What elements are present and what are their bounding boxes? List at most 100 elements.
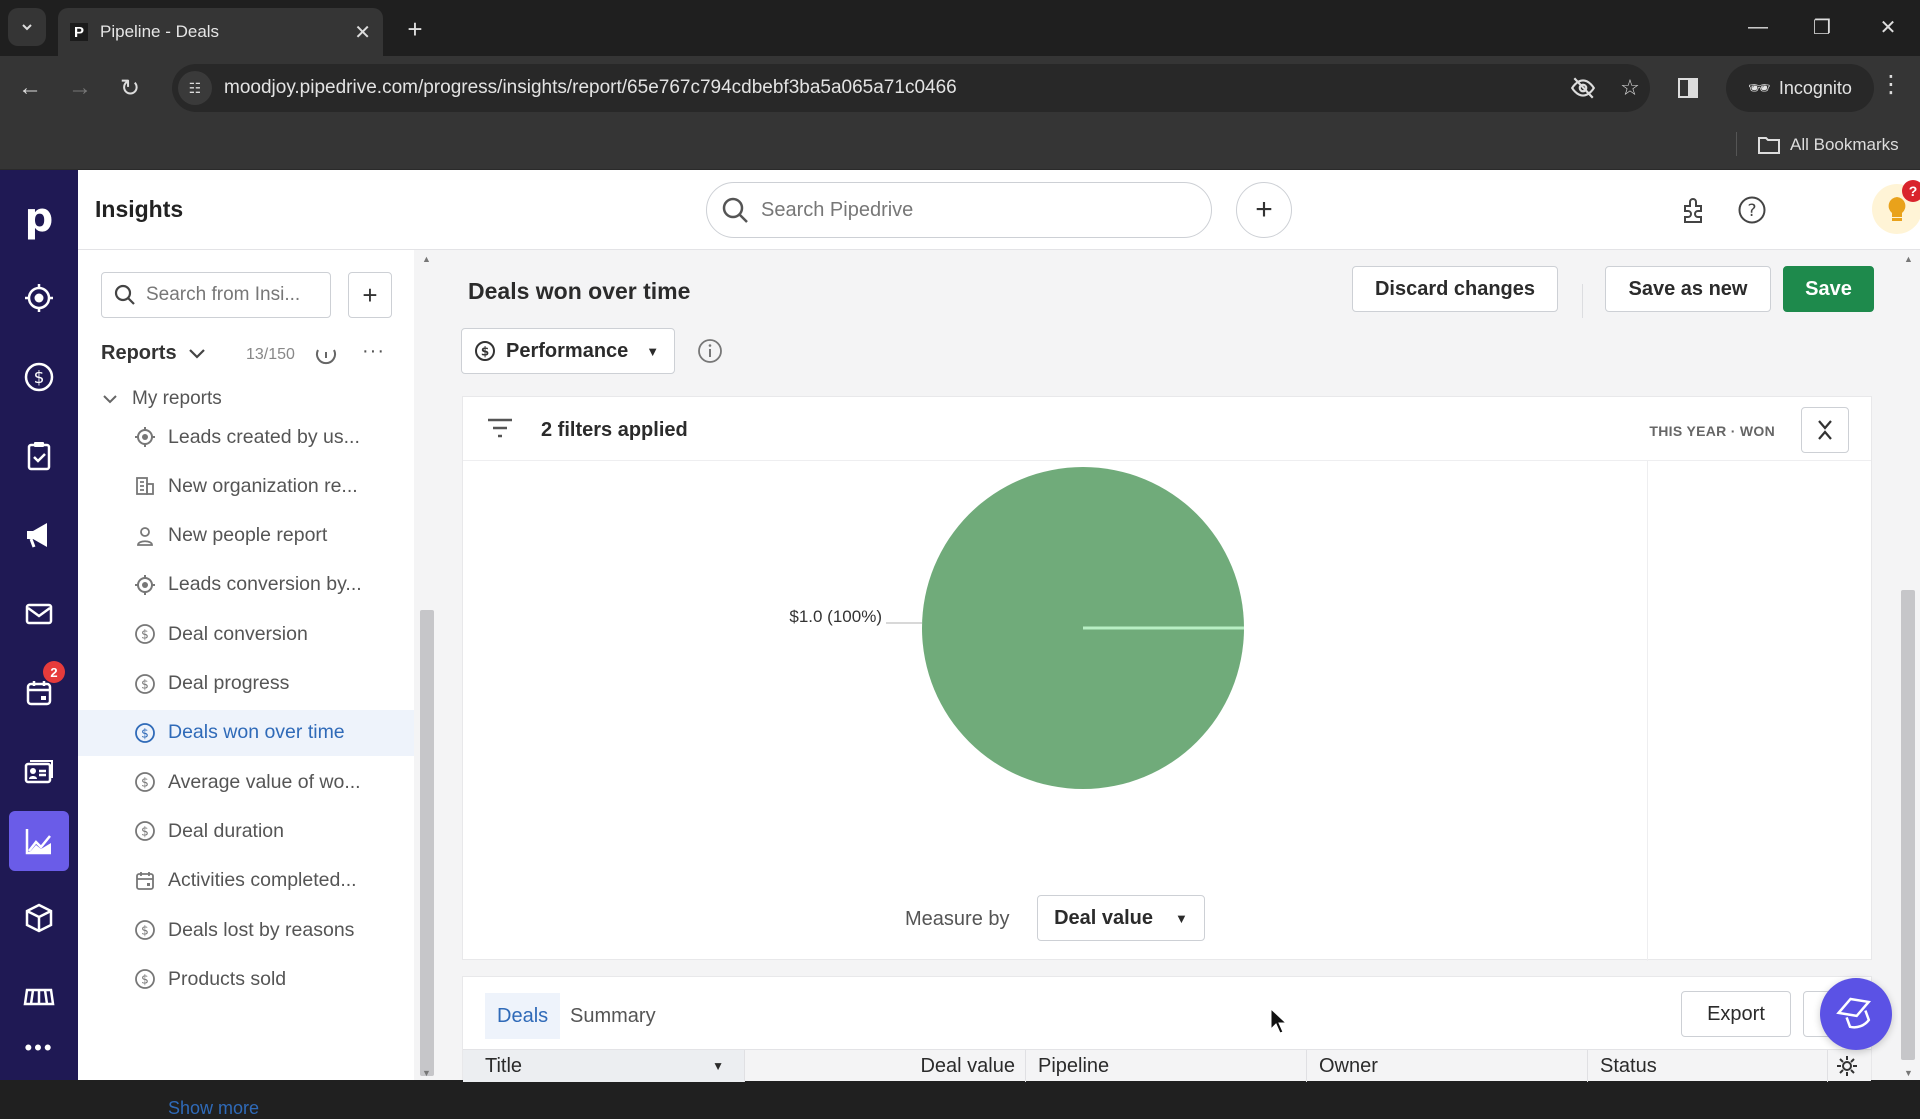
collapse-filters-button[interactable] bbox=[1801, 407, 1849, 453]
tab-close-icon[interactable]: ✕ bbox=[354, 20, 371, 45]
nav-insights[interactable] bbox=[9, 811, 69, 871]
nav-products[interactable] bbox=[9, 888, 69, 948]
report-type-dropdown[interactable]: $ Performance ▼ bbox=[461, 328, 675, 374]
column-header-deal-value[interactable]: Deal value bbox=[745, 1050, 1026, 1082]
nav-mail[interactable] bbox=[9, 584, 69, 644]
building-icon bbox=[134, 475, 156, 497]
report-item-label: Deals lost by reasons bbox=[168, 918, 355, 941]
scroll-down-icon[interactable]: ▼ bbox=[422, 1068, 431, 1078]
app-header: Insights Search Pipedrive + ? ? ST bbox=[78, 170, 1920, 250]
my-reports-group[interactable]: My reports bbox=[102, 388, 222, 410]
window-close-button[interactable]: ✕ bbox=[1866, 8, 1910, 46]
reports-more-button[interactable]: ··· bbox=[362, 340, 385, 363]
report-item[interactable]: New people report bbox=[78, 513, 414, 559]
calendar-icon bbox=[134, 870, 156, 892]
puzzle-icon bbox=[1684, 198, 1702, 223]
chevron-down-icon bbox=[22, 24, 32, 31]
report-item[interactable]: $ Deal progress bbox=[78, 661, 414, 707]
reports-dropdown[interactable]: Reports bbox=[101, 342, 207, 365]
measure-by-value: Deal value bbox=[1054, 906, 1154, 929]
storefront-icon bbox=[23, 988, 55, 1006]
address-bar[interactable]: ☷ moodjoy.pipedrive.com/progress/insight… bbox=[172, 64, 1650, 112]
svg-text:?: ? bbox=[1747, 201, 1756, 221]
bookmark-star-icon[interactable]: ☆ bbox=[1610, 75, 1650, 101]
help-button[interactable]: ? bbox=[1732, 190, 1772, 230]
global-search-input[interactable]: Search Pipedrive bbox=[706, 182, 1212, 238]
academy-help-button[interactable] bbox=[1820, 978, 1892, 1050]
scroll-up-icon[interactable]: ▲ bbox=[1904, 254, 1913, 264]
quick-add-button[interactable]: + bbox=[1236, 182, 1292, 238]
nav-campaigns[interactable] bbox=[9, 505, 69, 565]
report-item[interactable]: New organization re... bbox=[78, 463, 414, 509]
browser-menu-button[interactable]: ⋮ bbox=[1876, 70, 1906, 106]
add-insight-button[interactable]: + bbox=[348, 272, 392, 318]
column-header-owner[interactable]: Owner bbox=[1307, 1050, 1588, 1082]
tab-deals[interactable]: Deals bbox=[485, 993, 561, 1039]
svg-text:$: $ bbox=[141, 924, 149, 938]
side-panel-icon[interactable] bbox=[1670, 70, 1706, 106]
browser-tab[interactable]: P Pipeline - Deals ✕ bbox=[58, 8, 383, 56]
reload-button[interactable]: ↻ bbox=[112, 70, 148, 106]
site-info-icon[interactable]: ☷ bbox=[178, 71, 212, 105]
tips-badge: ? bbox=[1902, 180, 1920, 202]
report-item[interactable]: $ Deal duration bbox=[78, 808, 414, 854]
report-item[interactable]: $ Deal conversion bbox=[78, 611, 414, 657]
nav-deals[interactable]: $ bbox=[9, 347, 69, 407]
chart-card: 2 filters applied THIS YEAR · WON $1.0 (… bbox=[462, 396, 1872, 961]
report-item[interactable]: $ Products sold bbox=[78, 956, 414, 1002]
minimize-button[interactable]: — bbox=[1736, 8, 1780, 46]
scroll-up-icon[interactable]: ▲ bbox=[422, 254, 431, 264]
nav-more[interactable]: ••• bbox=[9, 1018, 69, 1078]
nav-contacts[interactable] bbox=[9, 742, 69, 802]
report-item[interactable]: Leads conversion by... bbox=[78, 562, 414, 608]
main-scrollbar[interactable]: ▲ ▼ bbox=[1898, 250, 1920, 1080]
back-button[interactable]: ← bbox=[12, 70, 48, 106]
sidebar-scroll-thumb[interactable] bbox=[420, 610, 434, 1076]
report-title: Deals won over time bbox=[468, 278, 691, 304]
tab-search-button[interactable] bbox=[8, 8, 46, 46]
insights-search-input[interactable]: Search from Insi... bbox=[101, 272, 331, 318]
extensions-button[interactable] bbox=[1674, 190, 1714, 230]
measure-by-label: Measure by bbox=[905, 908, 1010, 930]
scroll-down-icon[interactable]: ▼ bbox=[1904, 1068, 1913, 1078]
search-icon bbox=[114, 284, 135, 305]
report-item[interactable]: $ Average value of wo... bbox=[78, 759, 414, 805]
show-more-link[interactable]: Show more bbox=[168, 1098, 259, 1119]
nav-activities[interactable]: 2 bbox=[9, 661, 69, 723]
profile-label: Incognito bbox=[1778, 77, 1852, 98]
forward-button[interactable]: → bbox=[62, 70, 98, 106]
restore-button[interactable]: ❐ bbox=[1800, 8, 1844, 46]
save-button[interactable]: Save bbox=[1783, 266, 1874, 312]
report-item[interactable]: $ Deals won over time bbox=[78, 709, 414, 756]
column-header-pipeline[interactable]: Pipeline bbox=[1026, 1050, 1307, 1082]
info-icon[interactable] bbox=[697, 338, 723, 364]
gear-icon bbox=[1837, 1056, 1857, 1076]
measure-by-dropdown[interactable]: Deal value ▼ bbox=[1037, 895, 1205, 941]
column-settings-button[interactable] bbox=[1828, 1050, 1871, 1082]
main-scroll-thumb[interactable] bbox=[1901, 590, 1915, 1060]
mail-icon bbox=[25, 603, 53, 625]
tracking-eye-off-icon[interactable] bbox=[1570, 75, 1610, 101]
filter-icon[interactable] bbox=[487, 417, 513, 439]
browser-tab-bar: P Pipeline - Deals ✕ + — ❐ ✕ bbox=[0, 0, 1920, 56]
export-button[interactable]: Export bbox=[1681, 991, 1791, 1037]
filters-applied-label[interactable]: 2 filters applied bbox=[541, 419, 688, 442]
report-item[interactable]: $ Deals lost by reasons bbox=[78, 907, 414, 953]
column-header-status[interactable]: Status bbox=[1588, 1050, 1828, 1082]
report-item[interactable]: Activities completed... bbox=[78, 858, 414, 904]
pipedrive-logo[interactable]: p bbox=[9, 188, 69, 248]
all-bookmarks-button[interactable]: All Bookmarks bbox=[1758, 130, 1899, 160]
new-tab-button[interactable]: + bbox=[398, 12, 432, 46]
save-as-new-button[interactable]: Save as new bbox=[1605, 266, 1771, 312]
discard-changes-button[interactable]: Discard changes bbox=[1352, 266, 1558, 312]
limit-info-icon[interactable] bbox=[314, 342, 338, 366]
sidebar-scrollbar[interactable]: ▲ ▼ bbox=[418, 250, 436, 1080]
tab-summary[interactable]: Summary bbox=[558, 993, 668, 1039]
nav-projects[interactable] bbox=[9, 426, 69, 486]
url-text[interactable]: moodjoy.pipedrive.com/progress/insights/… bbox=[224, 77, 1570, 99]
incognito-profile-button[interactable]: 🕶 Incognito bbox=[1726, 64, 1874, 112]
nav-leads[interactable] bbox=[9, 268, 69, 328]
column-header-title[interactable]: Title ▼ bbox=[463, 1050, 745, 1082]
report-item-label: Leads created by us... bbox=[168, 425, 360, 448]
report-item[interactable]: Leads created by us... bbox=[78, 414, 414, 460]
